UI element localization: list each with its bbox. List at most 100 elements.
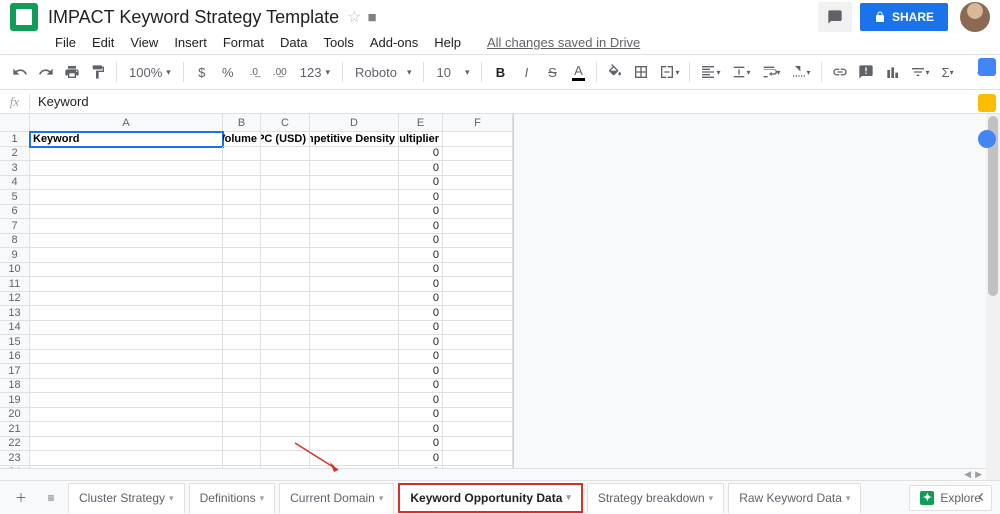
- cell[interactable]: [30, 364, 223, 379]
- cell[interactable]: [223, 306, 261, 321]
- menu-help[interactable]: Help: [427, 32, 468, 53]
- cell[interactable]: [310, 277, 399, 292]
- cell[interactable]: [30, 335, 223, 350]
- side-panel-toggle[interactable]: ‹: [966, 482, 996, 510]
- row-header[interactable]: 7: [0, 219, 30, 234]
- cell[interactable]: [443, 190, 513, 205]
- cell[interactable]: [261, 437, 310, 452]
- column-header[interactable]: F: [443, 114, 513, 132]
- row-header[interactable]: 20: [0, 408, 30, 423]
- cell[interactable]: [310, 451, 399, 466]
- cell[interactable]: [30, 321, 223, 336]
- cell[interactable]: [310, 379, 399, 394]
- all-sheets-button[interactable]: ≡: [38, 485, 64, 511]
- cell[interactable]: [443, 263, 513, 278]
- cell[interactable]: [30, 205, 223, 220]
- cell[interactable]: [223, 437, 261, 452]
- chevron-down-icon[interactable]: ▾: [709, 493, 714, 504]
- cell[interactable]: [310, 437, 399, 452]
- cell[interactable]: 0: [399, 205, 443, 220]
- row-header[interactable]: 17: [0, 364, 30, 379]
- cell[interactable]: [443, 219, 513, 234]
- font-select[interactable]: Roboto▾: [349, 65, 417, 80]
- cell[interactable]: [310, 176, 399, 191]
- row-header[interactable]: 19: [0, 393, 30, 408]
- cell[interactable]: 0: [399, 350, 443, 365]
- sheet-tab[interactable]: Raw Keyword Data▾: [728, 483, 861, 513]
- cell[interactable]: [443, 132, 513, 147]
- cell[interactable]: [261, 176, 310, 191]
- cell[interactable]: 0: [399, 147, 443, 162]
- cell[interactable]: Volume: [223, 132, 261, 147]
- zoom-select[interactable]: 100%▾: [123, 65, 177, 80]
- cell[interactable]: [30, 379, 223, 394]
- strike-button[interactable]: S: [540, 59, 564, 85]
- cell[interactable]: [223, 176, 261, 191]
- valign-button[interactable]: ▾: [727, 59, 755, 85]
- menu-tools[interactable]: Tools: [316, 32, 360, 53]
- cell[interactable]: [261, 451, 310, 466]
- cell[interactable]: [310, 205, 399, 220]
- cell[interactable]: [223, 451, 261, 466]
- halign-button[interactable]: ▾: [696, 59, 724, 85]
- cell[interactable]: [30, 147, 223, 162]
- cell[interactable]: 0: [399, 422, 443, 437]
- cell[interactable]: [223, 190, 261, 205]
- cell[interactable]: [443, 451, 513, 466]
- cell[interactable]: [261, 234, 310, 249]
- cell[interactable]: [223, 408, 261, 423]
- cell[interactable]: [261, 379, 310, 394]
- cell[interactable]: [261, 422, 310, 437]
- row-header[interactable]: 11: [0, 277, 30, 292]
- cell[interactable]: [223, 277, 261, 292]
- cell[interactable]: 0: [399, 248, 443, 263]
- row-header[interactable]: 21: [0, 422, 30, 437]
- row-header[interactable]: 2: [0, 147, 30, 162]
- cell[interactable]: [310, 393, 399, 408]
- cell[interactable]: [223, 161, 261, 176]
- row-header[interactable]: 16: [0, 350, 30, 365]
- cell[interactable]: [310, 190, 399, 205]
- sheets-logo[interactable]: [10, 3, 38, 31]
- cell[interactable]: [30, 306, 223, 321]
- cell[interactable]: [443, 205, 513, 220]
- cell[interactable]: [223, 393, 261, 408]
- cell[interactable]: [30, 451, 223, 466]
- cell[interactable]: 0: [399, 335, 443, 350]
- paint-format-button[interactable]: [86, 59, 110, 85]
- cell[interactable]: 0: [399, 451, 443, 466]
- increase-decimal-button[interactable]: .0̲0: [268, 59, 292, 85]
- add-sheet-button[interactable]: ＋: [8, 485, 34, 511]
- cell[interactable]: [223, 219, 261, 234]
- scroll-right-button[interactable]: ▶: [975, 469, 982, 480]
- cell[interactable]: [223, 321, 261, 336]
- cell[interactable]: [443, 335, 513, 350]
- cell[interactable]: [223, 379, 261, 394]
- menu-edit[interactable]: Edit: [85, 32, 121, 53]
- cell[interactable]: 0: [399, 379, 443, 394]
- merge-button[interactable]: ▾: [655, 59, 683, 85]
- bold-button[interactable]: B: [488, 59, 512, 85]
- cell[interactable]: [223, 335, 261, 350]
- scroll-left-button[interactable]: ◀: [964, 469, 971, 480]
- cell[interactable]: [443, 393, 513, 408]
- decrease-decimal-button[interactable]: .0̲: [242, 59, 266, 85]
- menu-addons[interactable]: Add-ons: [363, 32, 425, 53]
- sheet-tab[interactable]: Current Domain▾: [279, 483, 394, 513]
- cell[interactable]: [30, 263, 223, 278]
- cell[interactable]: [223, 248, 261, 263]
- cell[interactable]: [310, 408, 399, 423]
- cell[interactable]: [443, 350, 513, 365]
- cell[interactable]: 0: [399, 306, 443, 321]
- cell[interactable]: [30, 393, 223, 408]
- column-header[interactable]: B: [223, 114, 261, 132]
- cell[interactable]: [443, 422, 513, 437]
- calendar-icon[interactable]: [978, 58, 996, 76]
- vertical-scrollbar[interactable]: [986, 114, 1000, 484]
- row-header[interactable]: 23: [0, 451, 30, 466]
- text-color-button[interactable]: A: [566, 59, 590, 85]
- format-percent-button[interactable]: %: [216, 59, 240, 85]
- cell[interactable]: [310, 147, 399, 162]
- number-format-select[interactable]: 123▾: [294, 65, 336, 80]
- menu-format[interactable]: Format: [216, 32, 271, 53]
